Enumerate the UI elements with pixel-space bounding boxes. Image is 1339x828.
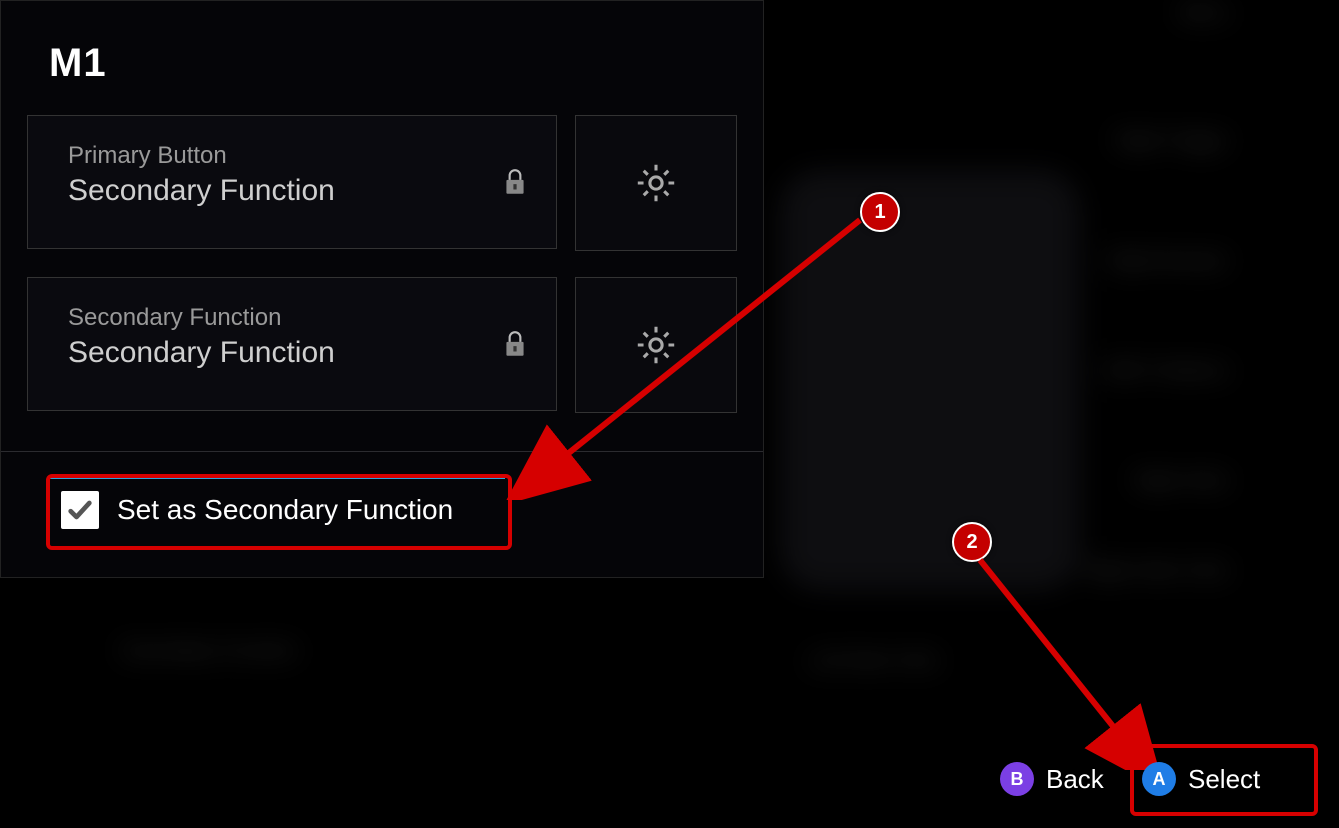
secondary-function-label: Secondary Function <box>68 304 526 332</box>
select-label: Select <box>1188 764 1260 795</box>
mapping-row-secondary: Secondary Function Secondary Function <box>27 277 737 411</box>
primary-settings-button[interactable] <box>575 115 737 251</box>
annotation-step-1: 1 <box>860 192 900 232</box>
b-button-icon: B <box>1000 762 1034 796</box>
a-button-icon: A <box>1142 762 1176 796</box>
secondary-function-card[interactable]: Secondary Function Secondary Function <box>27 277 557 411</box>
secondary-settings-button[interactable] <box>575 277 737 413</box>
panel-title: M1 <box>49 41 107 86</box>
back-label: Back <box>1046 764 1104 795</box>
checkbox-label: Set as Secondary Function <box>117 494 453 526</box>
secondary-function-value: Secondary Function <box>68 336 526 370</box>
gear-icon <box>633 322 679 368</box>
annotation-step-2: 2 <box>952 522 992 562</box>
mapping-row-primary: Primary Button Secondary Function <box>27 115 737 249</box>
primary-button-label: Primary Button <box>68 142 526 170</box>
set-as-secondary-function-option[interactable]: Set as Secondary Function <box>49 477 505 541</box>
select-button[interactable]: A Select <box>1142 762 1260 796</box>
button-mapping-panel: M1 Primary Button Secondary Function <box>0 0 764 578</box>
checkbox-checked-icon <box>61 491 99 529</box>
divider <box>1 451 763 452</box>
primary-button-card[interactable]: Primary Button Secondary Function <box>27 115 557 249</box>
lock-icon <box>502 167 528 197</box>
gear-icon <box>633 160 679 206</box>
primary-button-value: Secondary Function <box>68 174 526 208</box>
lock-icon <box>502 329 528 359</box>
back-button[interactable]: B Back <box>1000 762 1104 796</box>
